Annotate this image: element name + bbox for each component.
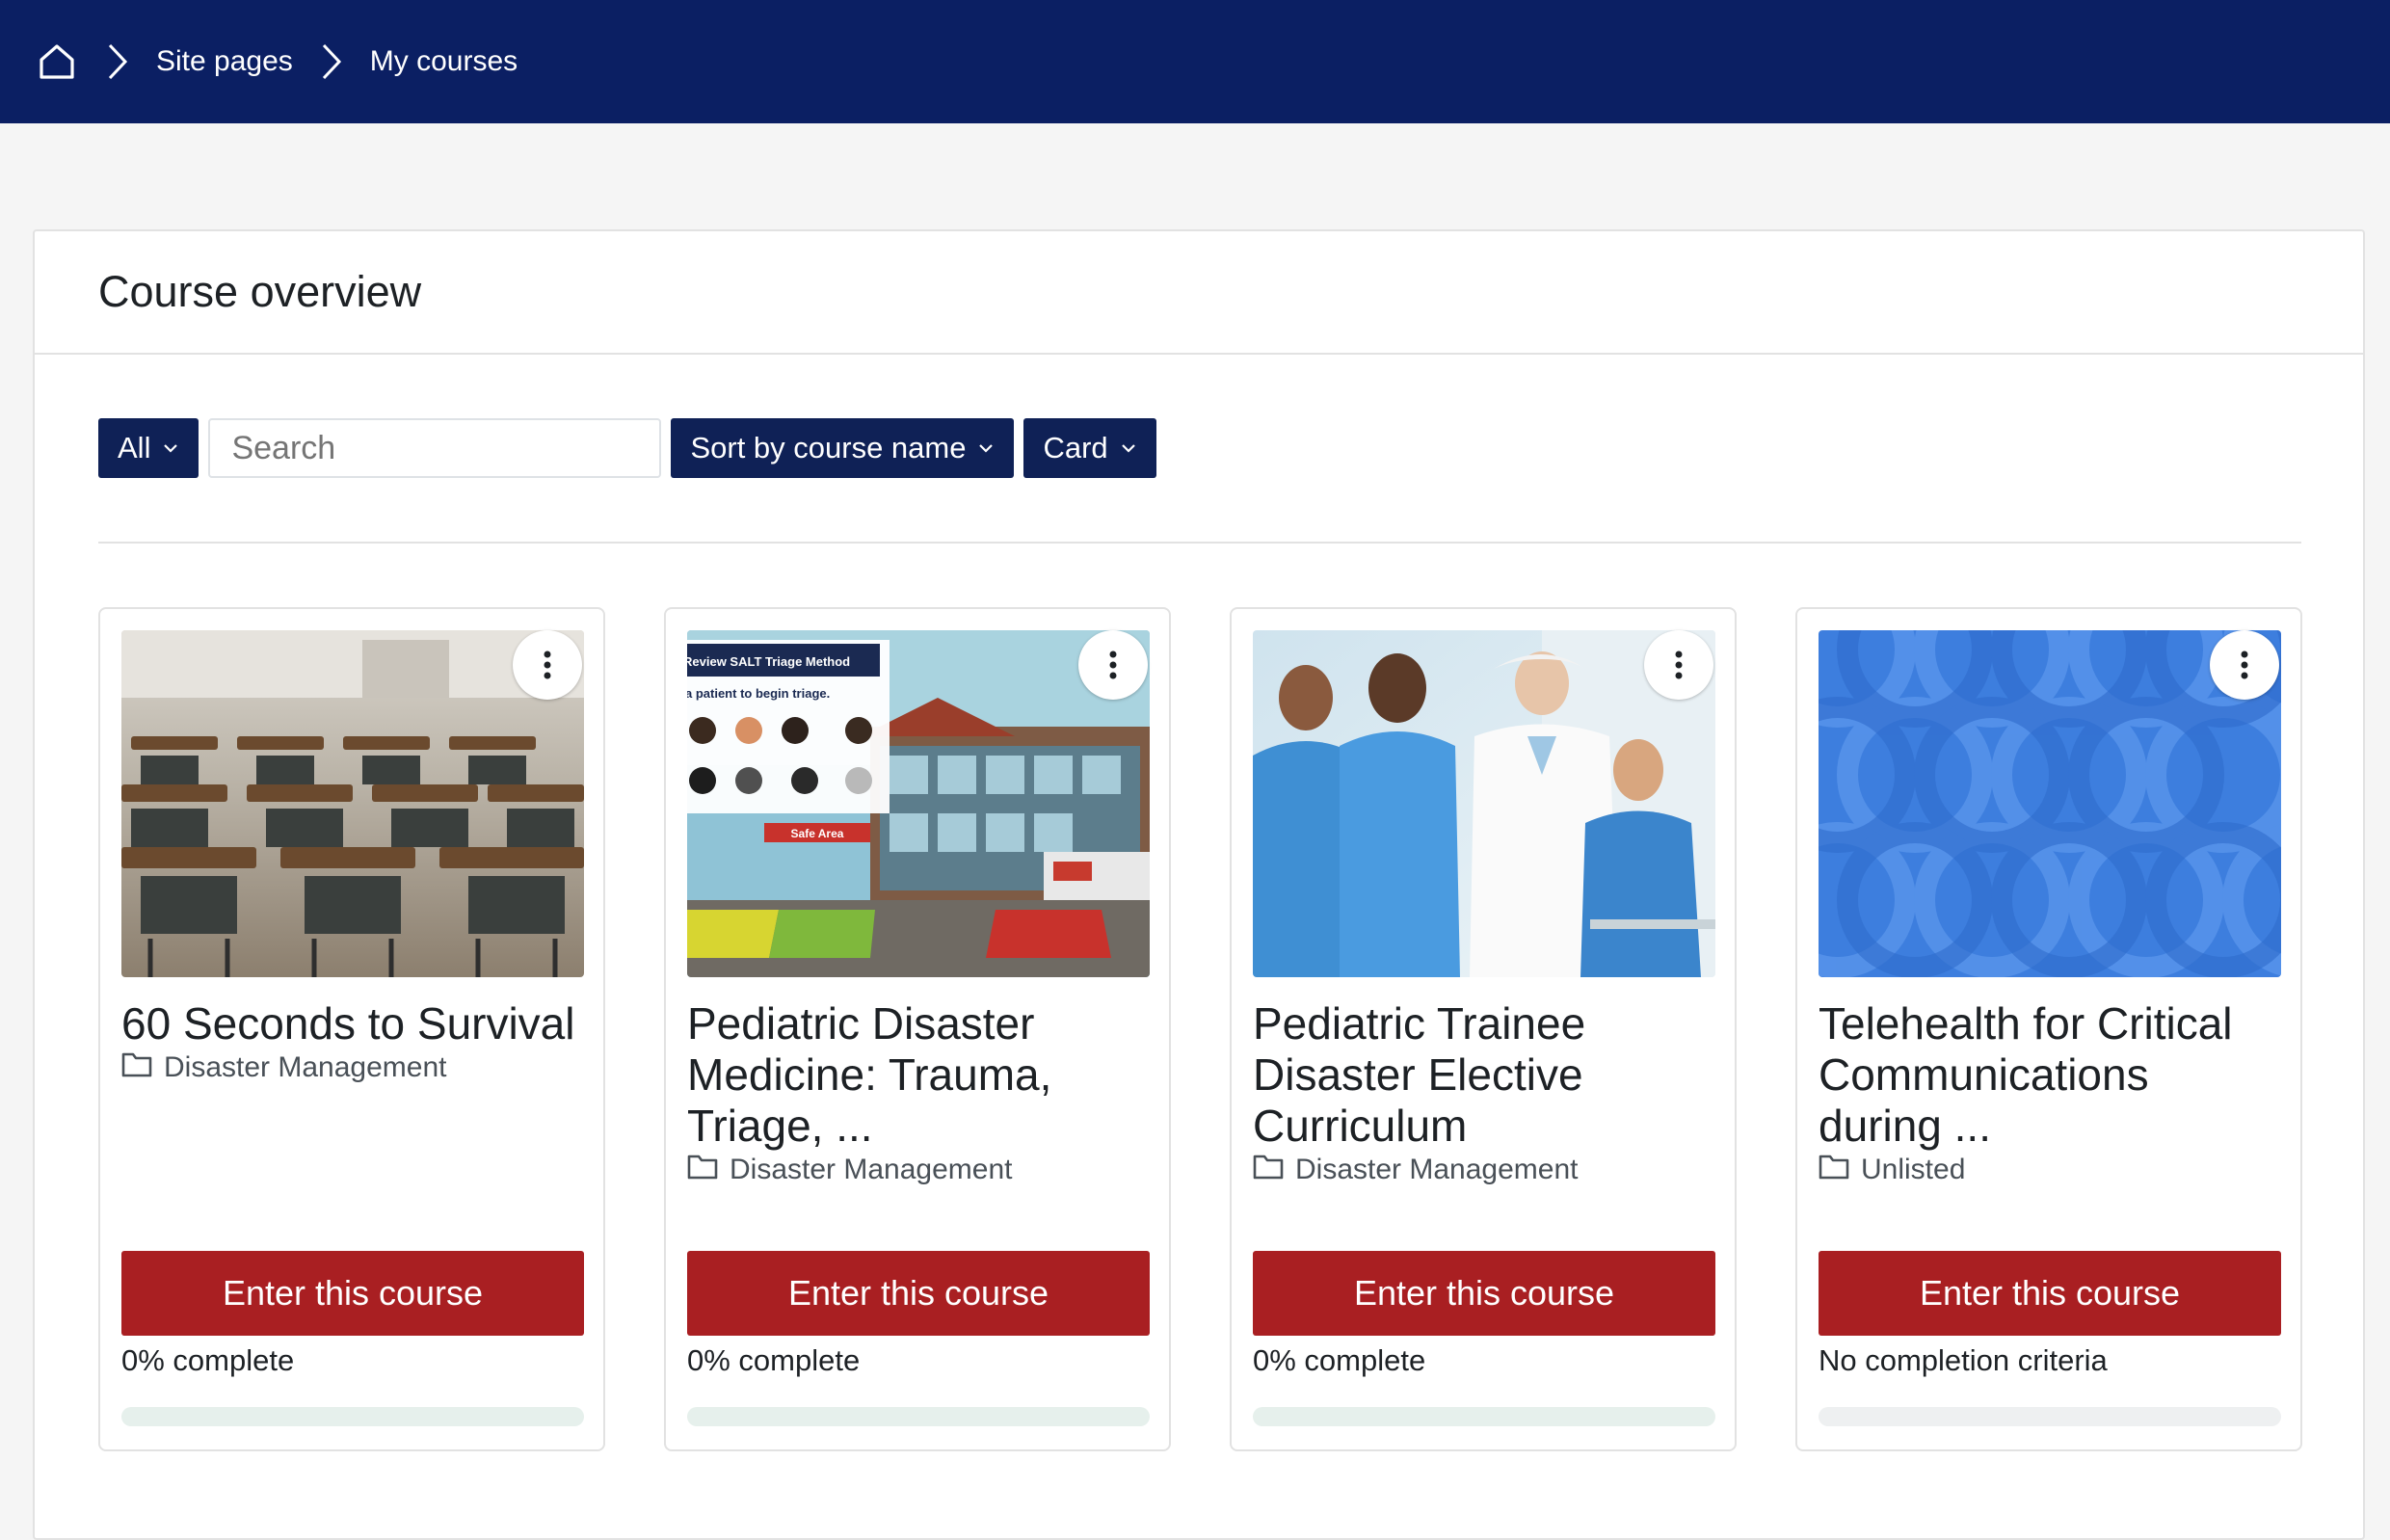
home-icon[interactable] [35,40,79,84]
progress-label: 0% complete [687,1343,861,1377]
folder-icon [121,1050,152,1085]
course-title-link[interactable]: Pediatric Trainee Disaster Elective Curr… [1253,998,1717,1152]
breadcrumb-my-courses[interactable]: My courses [370,45,518,78]
progress-label: 0% complete [1253,1343,1426,1377]
folder-icon [687,1153,718,1187]
course-category: Unlisted [1819,1153,2281,1187]
chevron-down-icon [162,439,179,457]
search-input[interactable] [231,429,660,467]
progress-bar [1253,1407,1715,1426]
page-title: Course overview [98,267,422,316]
course-title-link[interactable]: Pediatric Disaster Medicine: Trauma, Tri… [687,998,1152,1152]
chevron-down-icon [1120,439,1137,457]
course-options-button[interactable] [513,630,582,700]
enter-course-button[interactable]: Enter this course [121,1251,584,1336]
course-image[interactable]: Safe Area Review SALT Triage Method a pa… [687,630,1150,977]
course-options-button[interactable] [1644,630,1713,700]
kebab-menu-icon [2241,651,2248,679]
course-image[interactable] [1253,630,1715,977]
chevron-right-icon [98,40,137,84]
enter-course-button[interactable]: Enter this course [687,1251,1150,1336]
search-field[interactable] [208,418,662,478]
image-sign-text: Safe Area [791,827,844,840]
kebab-menu-icon [1675,651,1683,679]
image-heading-text: Review SALT Triage Method [687,654,850,669]
breadcrumb-site-pages[interactable]: Site pages [156,45,293,78]
category-label: Disaster Management [164,1051,447,1083]
course-overview-panel: Course overview All Sort by course name … [33,229,2365,1540]
course-image[interactable] [1819,630,2281,977]
course-card-list: 60 Seconds to Survival Disaster Manageme… [98,607,2305,1451]
course-category: Disaster Management [1253,1153,1715,1187]
sort-label: Sort by course name [690,431,967,465]
course-card: 60 Seconds to Survival Disaster Manageme… [98,607,605,1451]
course-options-button[interactable] [2210,630,2279,700]
progress-bar [1819,1407,2281,1426]
panel-header: Course overview [35,231,2363,355]
chevron-down-icon [977,439,995,457]
enter-course-button[interactable]: Enter this course [1253,1251,1715,1336]
progress-bar [687,1407,1150,1426]
image-caption-text: a patient to begin triage. [687,686,830,701]
divider [98,542,2301,544]
course-card: Safe Area Review SALT Triage Method a pa… [664,607,1171,1451]
chevron-right-icon [312,40,351,84]
category-label: Unlisted [1861,1154,1966,1185]
sort-dropdown[interactable]: Sort by course name [671,418,1015,478]
enter-course-button[interactable]: Enter this course [1819,1251,2281,1336]
top-navbar: Site pages My courses [0,0,2390,123]
category-label: Disaster Management [730,1154,1013,1185]
category-label: Disaster Management [1295,1154,1579,1185]
kebab-menu-icon [544,651,551,679]
progress-label: No completion criteria [1819,1343,2108,1377]
folder-icon [1253,1153,1284,1187]
grouping-dropdown[interactable]: All [98,418,199,478]
course-options-button[interactable] [1078,630,1148,700]
folder-icon [1819,1153,1849,1187]
course-category: Disaster Management [121,1050,584,1085]
view-dropdown[interactable]: Card [1023,418,1156,478]
kebab-menu-icon [1109,651,1117,679]
course-card: Telehealth for Critical Communications d… [1795,607,2302,1451]
course-image[interactable] [121,630,584,977]
progress-label: 0% complete [121,1343,295,1377]
course-category: Disaster Management [687,1153,1150,1187]
filter-bar: All Sort by course name Card [98,417,1156,479]
progress-bar [121,1407,584,1426]
course-card: Pediatric Trainee Disaster Elective Curr… [1230,607,1737,1451]
view-label: Card [1043,431,1108,465]
grouping-label: All [118,431,151,465]
course-title-link[interactable]: Telehealth for Critical Communications d… [1819,998,2283,1152]
course-title-link[interactable]: 60 Seconds to Survival [121,998,586,1049]
